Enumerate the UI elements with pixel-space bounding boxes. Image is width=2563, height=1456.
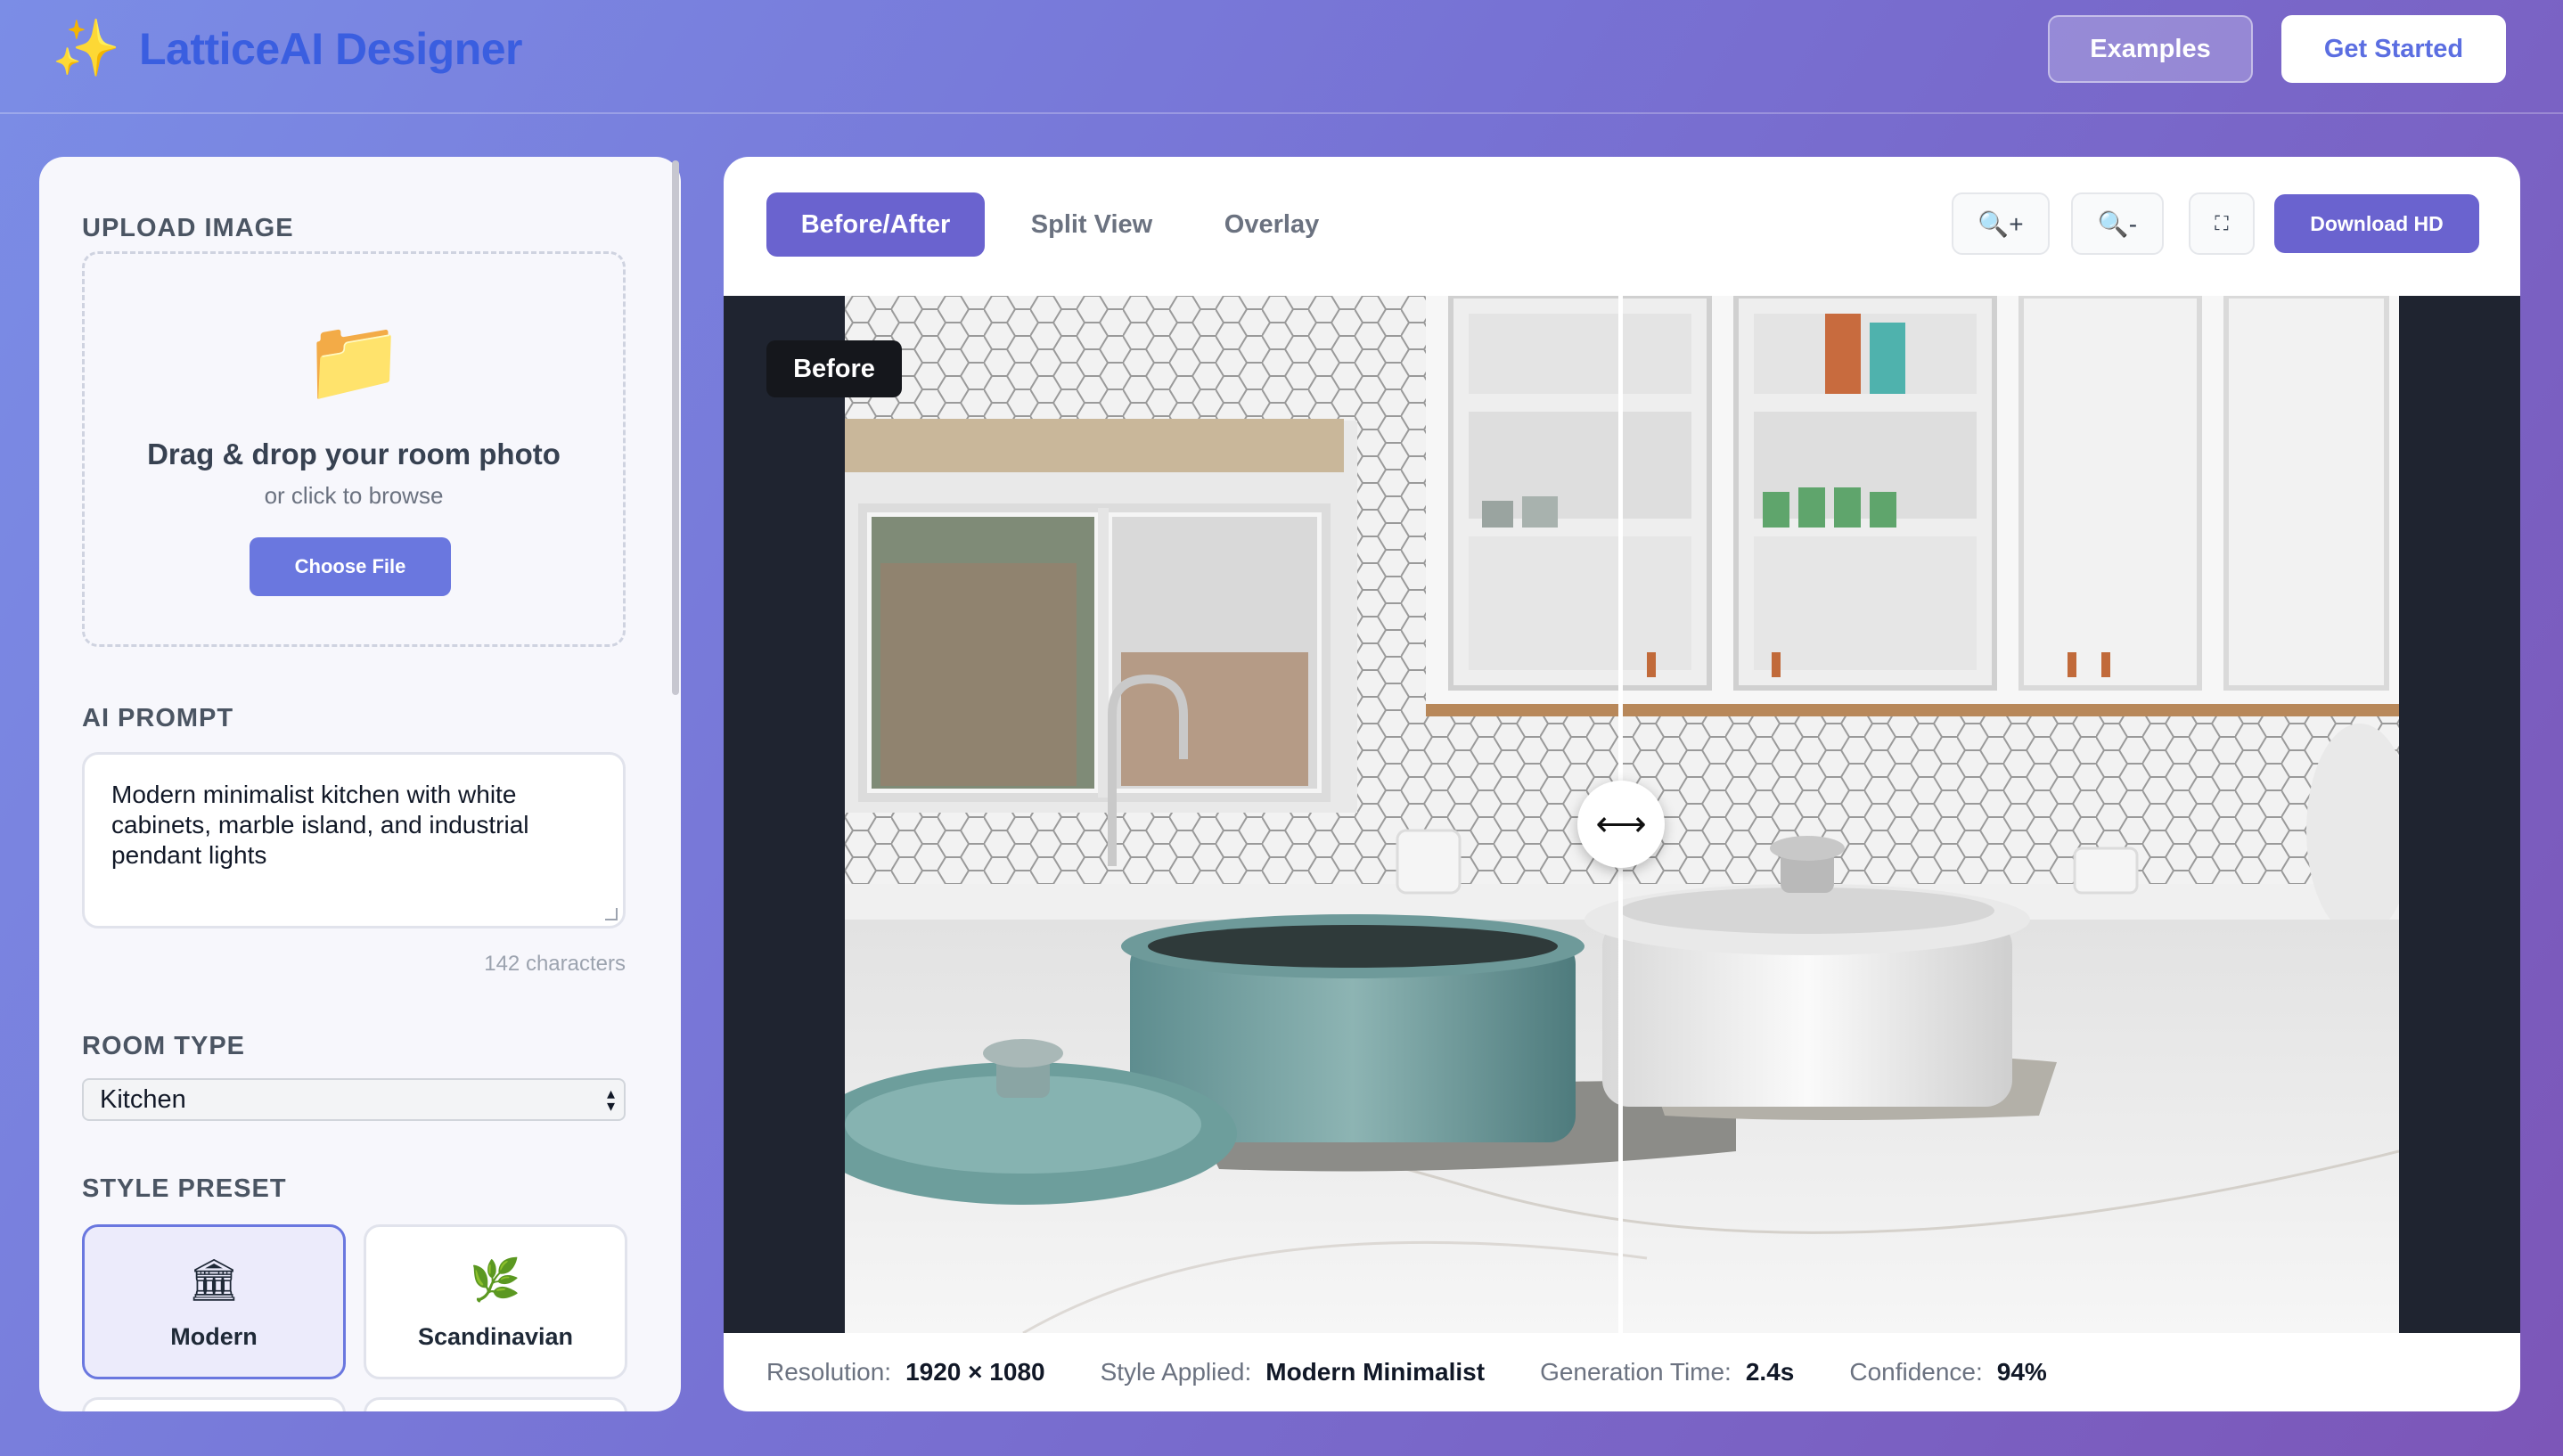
style-option-label: Scandinavian <box>417 1323 574 1350</box>
tab-split-view[interactable]: Split View <box>1007 192 1176 257</box>
zoom-out-icon: 🔍- <box>2097 209 2138 238</box>
resize-grip-icon[interactable] <box>605 908 618 920</box>
fullscreen-button[interactable]: ⛶ <box>2189 192 2255 255</box>
style-applied-value: Modern Minimalist <box>1265 1358 1486 1386</box>
arrows-horizontal-icon: ⟷ <box>1595 805 1647 844</box>
download-hd-button[interactable]: Download HD <box>2274 194 2479 253</box>
generation-time-label: Generation Time: <box>1540 1358 1732 1386</box>
slider-handle[interactable]: ⟷ <box>1577 781 1665 868</box>
prompt-textarea[interactable]: Modern minimalist kitchen with white cab… <box>82 752 626 928</box>
dropzone-title: Drag & drop your room photo <box>147 438 561 470</box>
style-applied-label: Style Applied: <box>1100 1358 1252 1386</box>
herb-icon: 🌿 <box>470 1256 521 1303</box>
zoom-in-button[interactable]: 🔍+ <box>1952 192 2050 255</box>
style-preset-section-label: STYLE PRESET <box>82 1174 287 1203</box>
resolution-label: Resolution: <box>766 1358 892 1386</box>
top-header: ✨ LatticeAI Designer Examples Get Starte… <box>0 0 2563 114</box>
room-type-value: Kitchen <box>100 1085 186 1114</box>
prompt-text: Modern minimalist kitchen with white cab… <box>111 781 529 869</box>
zoom-out-button[interactable]: 🔍- <box>2071 192 2164 255</box>
sparkles-icon: ✨ <box>52 18 121 79</box>
upload-dropzone[interactable]: 📁 Drag & drop your room photo or click t… <box>82 251 626 647</box>
character-count: 142 characters <box>484 952 626 976</box>
get-started-button[interactable]: Get Started <box>2281 15 2506 83</box>
folder-icon: 📁 <box>303 316 405 405</box>
choose-file-button[interactable]: Choose File <box>250 537 451 596</box>
dropzone-subtitle: or click to browse <box>264 482 444 509</box>
sidebar-scrollbar[interactable] <box>672 160 679 695</box>
select-caret-icon: ▴ ▾ <box>606 1084 615 1115</box>
comparison-stage[interactable]: Before ⟷ <box>724 296 2520 1333</box>
upload-section-label: UPLOAD IMAGE <box>82 214 294 242</box>
app-title[interactable]: LatticeAI Designer <box>139 23 523 75</box>
style-option-partial[interactable] <box>364 1397 627 1411</box>
preview-panel: Before/After Split View Overlay 🔍+ 🔍- ⛶ … <box>724 157 2520 1411</box>
tab-before-after[interactable]: Before/After <box>766 192 985 257</box>
examples-button[interactable]: Examples <box>2048 15 2253 83</box>
style-option-partial[interactable] <box>82 1397 346 1411</box>
zoom-in-icon: 🔍+ <box>1978 209 2024 238</box>
confidence-label: Confidence: <box>1849 1358 1983 1386</box>
classical-building-icon: 🏛 <box>187 1256 241 1303</box>
result-info-bar: Resolution: 1920 × 1080 Style Applied: M… <box>724 1333 2520 1411</box>
fullscreen-icon: ⛶ <box>2215 212 2229 234</box>
room-type-select[interactable]: Kitchen ▴ ▾ <box>82 1078 626 1121</box>
tab-overlay[interactable]: Overlay <box>1196 192 1347 257</box>
style-option-label: Modern <box>170 1323 258 1350</box>
style-option-modern[interactable]: 🏛 Modern <box>82 1224 346 1379</box>
room-type-section-label: ROOM TYPE <box>82 1032 246 1060</box>
before-label: Before <box>766 340 902 397</box>
style-option-scandinavian[interactable]: 🌿 Scandinavian <box>364 1224 627 1379</box>
generation-time-value: 2.4s <box>1745 1358 1795 1386</box>
prompt-section-label: AI PROMPT <box>82 704 234 732</box>
settings-sidebar: UPLOAD IMAGE 📁 Drag & drop your room pho… <box>39 157 681 1411</box>
confidence-value: 94% <box>1996 1358 2047 1386</box>
resolution-value: 1920 × 1080 <box>905 1358 1045 1386</box>
